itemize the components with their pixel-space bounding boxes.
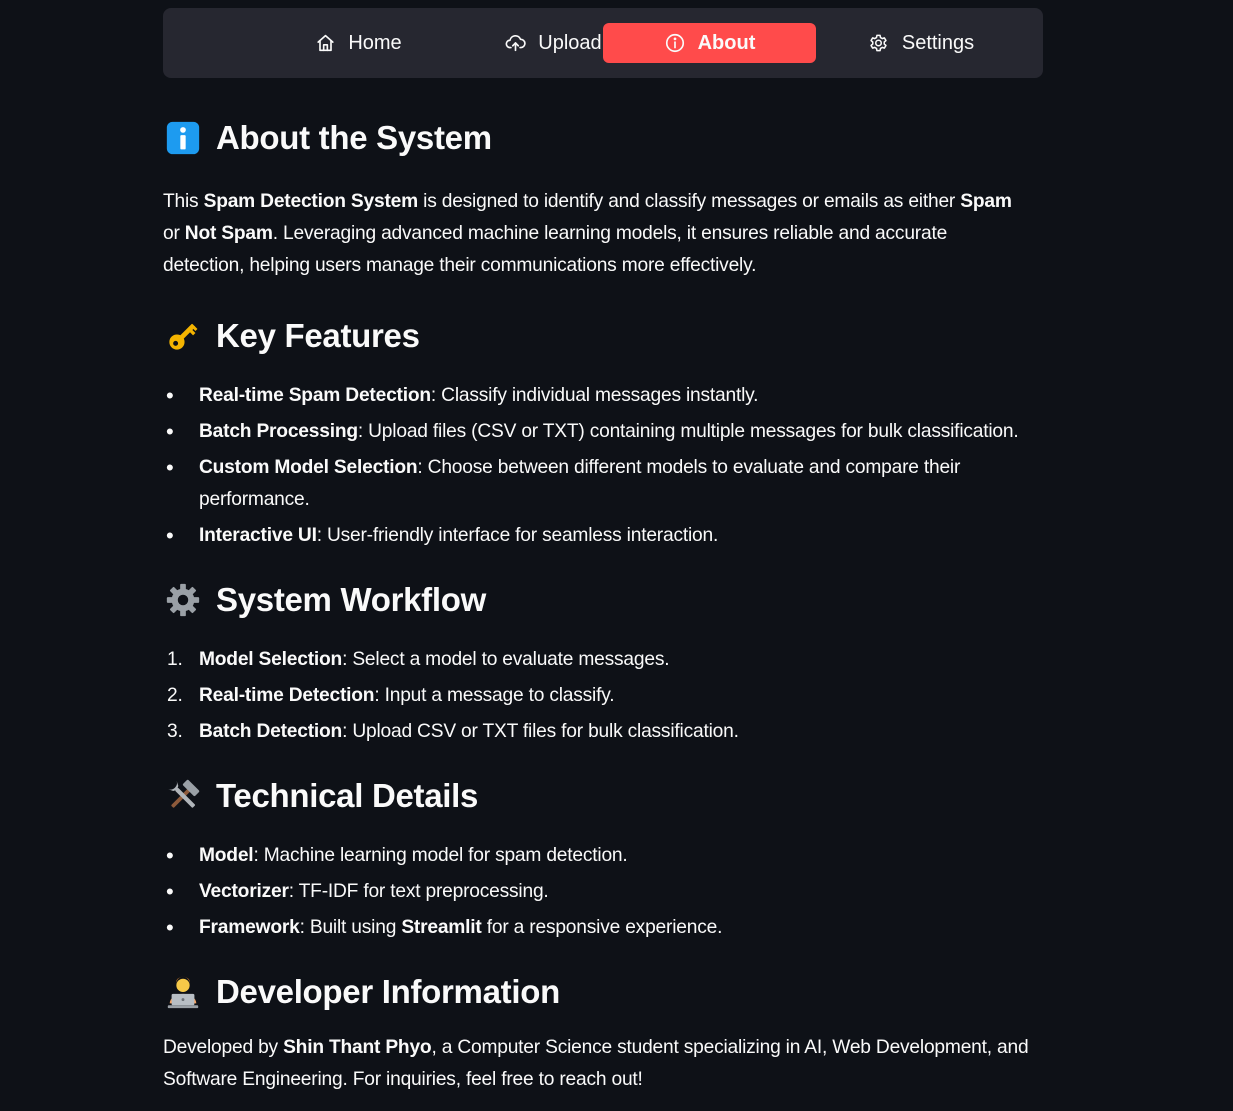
bold-text: Vectorizer xyxy=(199,881,289,902)
bold-text: Framework xyxy=(199,917,300,938)
main-content: About the System This Spam Detection Sys… xyxy=(163,100,1033,1096)
number-marker: 1. xyxy=(167,649,183,670)
nav-upload-label: Upload xyxy=(538,31,602,54)
about-paragraph: This Spam Detection System is designed t… xyxy=(163,186,1033,282)
bold-text: Not Spam xyxy=(184,223,273,244)
bullet-marker: • xyxy=(166,879,174,904)
text-segment: : Input a message to classify. xyxy=(374,685,615,706)
list-item: • Vectorizer: TF-IDF for text preprocessi… xyxy=(163,876,1033,908)
list-item: • Batch Processing: Upload files (CSV or … xyxy=(163,416,1033,448)
developer-paragraph: Developed by Shin Thant Phyo, a Computer… xyxy=(163,1032,1033,1096)
nav-about[interactable]: About xyxy=(603,23,816,63)
bullet-marker: • xyxy=(166,523,174,548)
text-segment: : User-friendly interface for seamless i… xyxy=(316,525,719,546)
bullet-marker: • xyxy=(166,419,174,444)
info-emoji-icon xyxy=(163,118,203,158)
list-item: 2. Real-time Detection: Input a message t… xyxy=(163,680,1033,712)
bullet-marker: • xyxy=(166,383,174,408)
text-segment: : Select a model to evaluate messages. xyxy=(342,649,670,670)
technical-heading: Technical Details xyxy=(163,766,1033,826)
bold-text: Model xyxy=(199,845,254,866)
text-segment: for a responsive experience. xyxy=(481,917,723,938)
text-segment: : Classify individual messages instantly… xyxy=(430,385,759,406)
list-item: • Custom Model Selection: Choose between … xyxy=(163,452,1033,516)
bold-text: Batch Processing xyxy=(199,421,358,442)
number-marker: 3. xyxy=(167,721,183,742)
number-marker: 2. xyxy=(167,685,183,706)
text-segment: : Upload CSV or TXT files for bulk class… xyxy=(342,721,739,742)
bold-text: Real-time Detection xyxy=(199,685,375,706)
nav-home[interactable]: Home xyxy=(252,23,465,63)
gear-emoji-icon xyxy=(163,580,203,620)
info-circle-icon xyxy=(664,32,686,54)
nav-bar: Home Upload About Settings xyxy=(163,8,1043,78)
list-item: • Framework: Built using Streamlit for a … xyxy=(163,912,1033,944)
list-item: • Real-time Spam Detection: Classify indi… xyxy=(163,380,1033,412)
workflow-list: 1. Model Selection: Select a model to eva… xyxy=(163,644,1033,748)
features-heading-text: Key Features xyxy=(216,317,420,354)
bold-text: Model Selection xyxy=(199,649,343,670)
home-icon xyxy=(314,32,336,54)
gear-icon xyxy=(868,32,890,54)
nav-about-label: About xyxy=(697,31,756,54)
bold-text: Spam Detection System xyxy=(203,191,419,212)
list-item: 3. Batch Detection: Upload CSV or TXT fil… xyxy=(163,716,1033,748)
text-segment: : Machine learning model for spam detect… xyxy=(253,845,628,866)
bold-text: Interactive UI xyxy=(199,525,317,546)
features-list: • Real-time Spam Detection: Classify indi… xyxy=(163,380,1033,552)
bullet-marker: • xyxy=(166,915,174,940)
cloud-upload-icon xyxy=(504,32,526,54)
text-segment: : Upload files (CSV or TXT) containing m… xyxy=(357,421,1019,442)
page: Home Upload About Settings About the Sys… xyxy=(0,0,1233,1111)
technical-list: • Model: Machine learning model for spam … xyxy=(163,840,1033,944)
nav-settings-label: Settings xyxy=(901,31,975,54)
text-segment: . Leveraging advanced machine learning m… xyxy=(163,223,948,276)
text-segment: : Built using xyxy=(299,917,402,938)
technical-heading-text: Technical Details xyxy=(216,777,479,814)
developer-name: Shin Thant Phyo xyxy=(283,1037,432,1058)
features-heading: Key Features xyxy=(163,306,1033,366)
bold-text: Spam xyxy=(960,191,1012,212)
text-segment: is designed to identify and classify mes… xyxy=(418,191,961,212)
text-segment: or xyxy=(163,223,185,244)
technologist-emoji-icon xyxy=(163,972,203,1012)
hammer-wrench-emoji-icon xyxy=(163,776,203,816)
bullet-marker: • xyxy=(166,455,174,480)
key-emoji-icon xyxy=(163,316,203,356)
bullet-marker: • xyxy=(166,843,174,868)
bold-text: Batch Detection xyxy=(199,721,343,742)
bold-text: Custom Model Selection xyxy=(199,457,418,478)
workflow-heading-text: System Workflow xyxy=(216,581,486,618)
text-segment: Developed by xyxy=(163,1037,284,1058)
list-item: • Model: Machine learning model for spam … xyxy=(163,840,1033,872)
about-heading: About the System xyxy=(163,108,1033,168)
about-heading-text: About the System xyxy=(216,119,492,156)
nav-settings[interactable]: Settings xyxy=(815,23,1028,63)
developer-heading: Developer Information xyxy=(163,962,1033,1022)
bold-text: Streamlit xyxy=(401,917,482,938)
text-segment: : TF-IDF for text preprocessing. xyxy=(288,881,549,902)
text-segment: This xyxy=(163,191,204,212)
nav-home-label: Home xyxy=(348,31,402,54)
workflow-heading: System Workflow xyxy=(163,570,1033,630)
list-item: 1. Model Selection: Select a model to eva… xyxy=(163,644,1033,676)
list-item: • Interactive UI: User-friendly interface… xyxy=(163,520,1033,552)
developer-heading-text: Developer Information xyxy=(216,973,560,1010)
bold-text: Real-time Spam Detection xyxy=(199,385,431,406)
